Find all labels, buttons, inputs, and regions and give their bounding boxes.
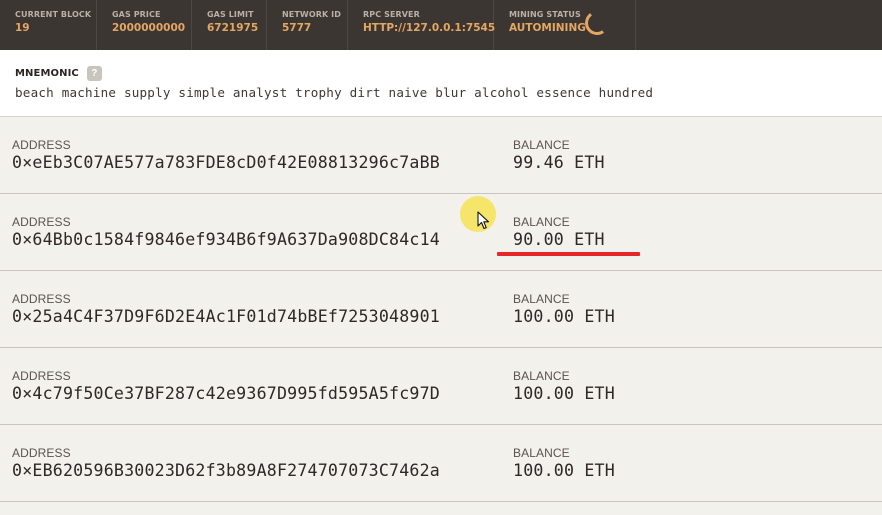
balance-value: 99.46 ETH [513,153,605,172]
red-underline-annotation [497,252,640,256]
mnemonic-panel: MNEMONIC ? beach machine supply simple a… [0,50,882,117]
account-row[interactable]: ADDRESS 0×EB620596B30023D62f3b89A8F27470… [0,425,882,502]
gas-price-value: 2000000000 [112,22,186,34]
rpc-server-stat: RPC SERVER HTTP://127.0.0.1:7545 [348,0,496,50]
balance-value: 100.00 ETH [513,307,615,326]
gas-limit-stat: GAS LIMIT 6721975 [192,0,267,50]
current-block-stat: CURRENT BLOCK 19 [0,0,97,50]
mining-status-stat: MINING STATUS AUTOMINING [494,0,636,50]
address-label: ADDRESS [12,369,71,383]
gas-limit-label: GAS LIMIT [207,10,254,19]
gas-limit-value: 6721975 [207,22,259,34]
mouse-cursor-icon [477,211,490,230]
balance-label: BALANCE [513,138,570,152]
address-label: ADDRESS [12,446,71,460]
network-id-stat: NETWORK ID 5777 [267,0,348,50]
address-label: ADDRESS [12,215,71,229]
balance-value: 100.00 ETH [513,461,615,480]
network-id-value: 5777 [282,22,312,34]
balance-label: BALANCE [513,446,570,460]
network-id-label: NETWORK ID [282,10,342,19]
help-icon[interactable]: ? [86,66,102,81]
balance-label: BALANCE [513,292,570,306]
address-value: 0×eEb3C07AE577a783FDE8cD0f42E08813296c7a… [12,153,440,172]
balance-label: BALANCE [513,215,570,229]
gas-price-label: GAS PRICE [112,10,161,19]
account-row[interactable]: ADDRESS 0×25a4C4F37D9F6D2E4Ac1F01d74bBEf… [0,271,882,348]
rpc-server-value: HTTP://127.0.0.1:7545 [363,22,496,34]
current-block-value: 19 [15,22,30,34]
account-row[interactable]: ADDRESS 0×eEb3C07AE577a783FDE8cD0f42E088… [0,117,882,194]
account-row[interactable]: ADDRESS 0×64Bb0c1584f9846ef934B6f9A637Da… [0,194,882,271]
gas-price-stat: GAS PRICE 2000000000 [97,0,192,50]
address-value: 0×4c79f50Ce37BF287c42e9367D995fd595A5fc9… [12,384,440,403]
address-value: 0×64Bb0c1584f9846ef934B6f9A637Da908DC84c… [12,230,440,249]
address-value: 0×EB620596B30023D62f3b89A8F274707073C746… [12,461,440,480]
address-label: ADDRESS [12,138,71,152]
mnemonic-label: MNEMONIC [15,68,79,79]
mnemonic-words: beach machine supply simple analyst trop… [15,85,654,100]
status-bar: CURRENT BLOCK 19 GAS PRICE 2000000000 GA… [0,0,882,50]
balance-value: 100.00 ETH [513,384,615,403]
balance-value: 90.00 ETH [513,230,605,249]
current-block-label: CURRENT BLOCK [15,10,92,19]
address-value: 0×25a4C4F37D9F6D2E4Ac1F01d74bBEf72530489… [12,307,440,326]
accounts-list: ADDRESS 0×eEb3C07AE577a783FDE8cD0f42E088… [0,117,882,502]
rpc-server-label: RPC SERVER [363,10,420,19]
balance-label: BALANCE [513,369,570,383]
address-label: ADDRESS [12,292,71,306]
account-row[interactable]: ADDRESS 0×4c79f50Ce37BF287c42e9367D995fd… [0,348,882,425]
